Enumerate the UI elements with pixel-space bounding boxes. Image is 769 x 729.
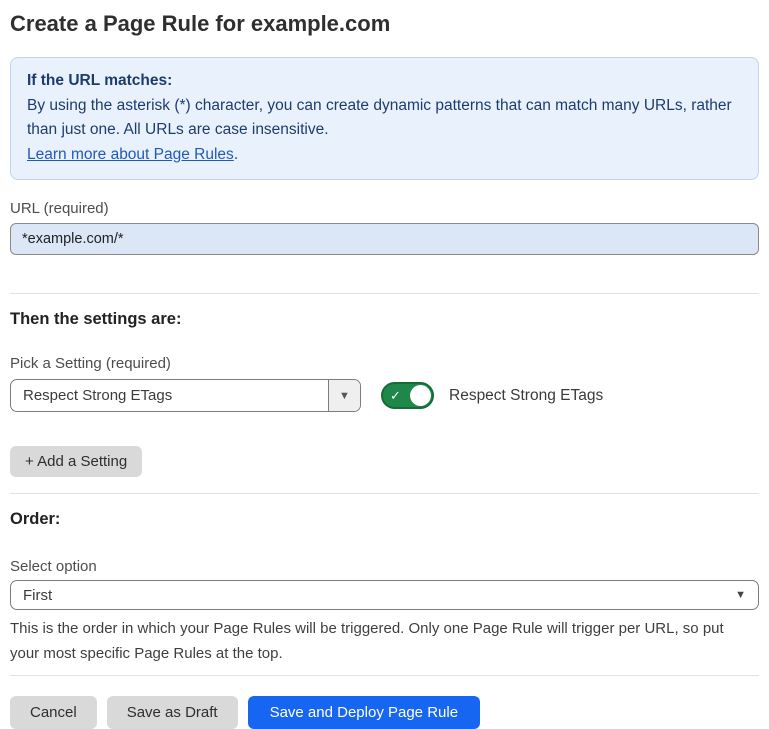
url-input[interactable] [10, 223, 759, 255]
add-setting-button[interactable]: + Add a Setting [10, 446, 142, 477]
setting-select[interactable]: Respect Strong ETags ▼ [10, 379, 361, 412]
checkmark-icon: ✓ [390, 389, 401, 402]
toggle-label: Respect Strong ETags [449, 387, 603, 405]
page-rule-form: Create a Page Rule for example.com If th… [0, 10, 769, 729]
info-box-link-line: Learn more about Page Rules. [27, 143, 742, 168]
order-select[interactable]: First ▼ [10, 580, 759, 610]
setting-picker-label: Pick a Setting (required) [10, 354, 759, 374]
order-help-text: This is the order in which your Page Rul… [10, 616, 755, 666]
info-box-heading: If the URL matches: [27, 69, 742, 94]
setting-select-value: Respect Strong ETags [11, 380, 328, 411]
info-box-body: By using the asterisk (*) character, you… [27, 94, 742, 143]
toggle-knob [410, 385, 431, 406]
page-title: Create a Page Rule for example.com [10, 10, 759, 38]
section-divider [10, 493, 759, 494]
section-divider [10, 675, 759, 676]
form-actions: Cancel Save as Draft Save and Deploy Pag… [10, 696, 759, 729]
save-draft-button[interactable]: Save as Draft [107, 696, 238, 729]
cancel-button[interactable]: Cancel [10, 696, 97, 729]
etags-toggle[interactable]: ✓ [381, 382, 434, 409]
section-divider [10, 293, 759, 294]
link-suffix: . [234, 146, 238, 163]
setting-select-arrow-button[interactable]: ▼ [328, 380, 360, 411]
setting-row: Respect Strong ETags ▼ ✓ Respect Strong … [10, 379, 759, 412]
url-label: URL (required) [10, 199, 759, 219]
order-heading: Order: [10, 507, 759, 531]
order-select-label: Select option [10, 557, 759, 577]
learn-more-link[interactable]: Learn more about Page Rules [27, 146, 234, 163]
save-deploy-button[interactable]: Save and Deploy Page Rule [248, 696, 480, 729]
chevron-down-icon: ▼ [735, 589, 746, 601]
settings-heading: Then the settings are: [10, 307, 759, 331]
url-match-info-box: If the URL matches: By using the asteris… [10, 57, 759, 180]
order-select-value: First [23, 587, 735, 604]
dropdown-arrow-icon: ▼ [339, 390, 350, 402]
